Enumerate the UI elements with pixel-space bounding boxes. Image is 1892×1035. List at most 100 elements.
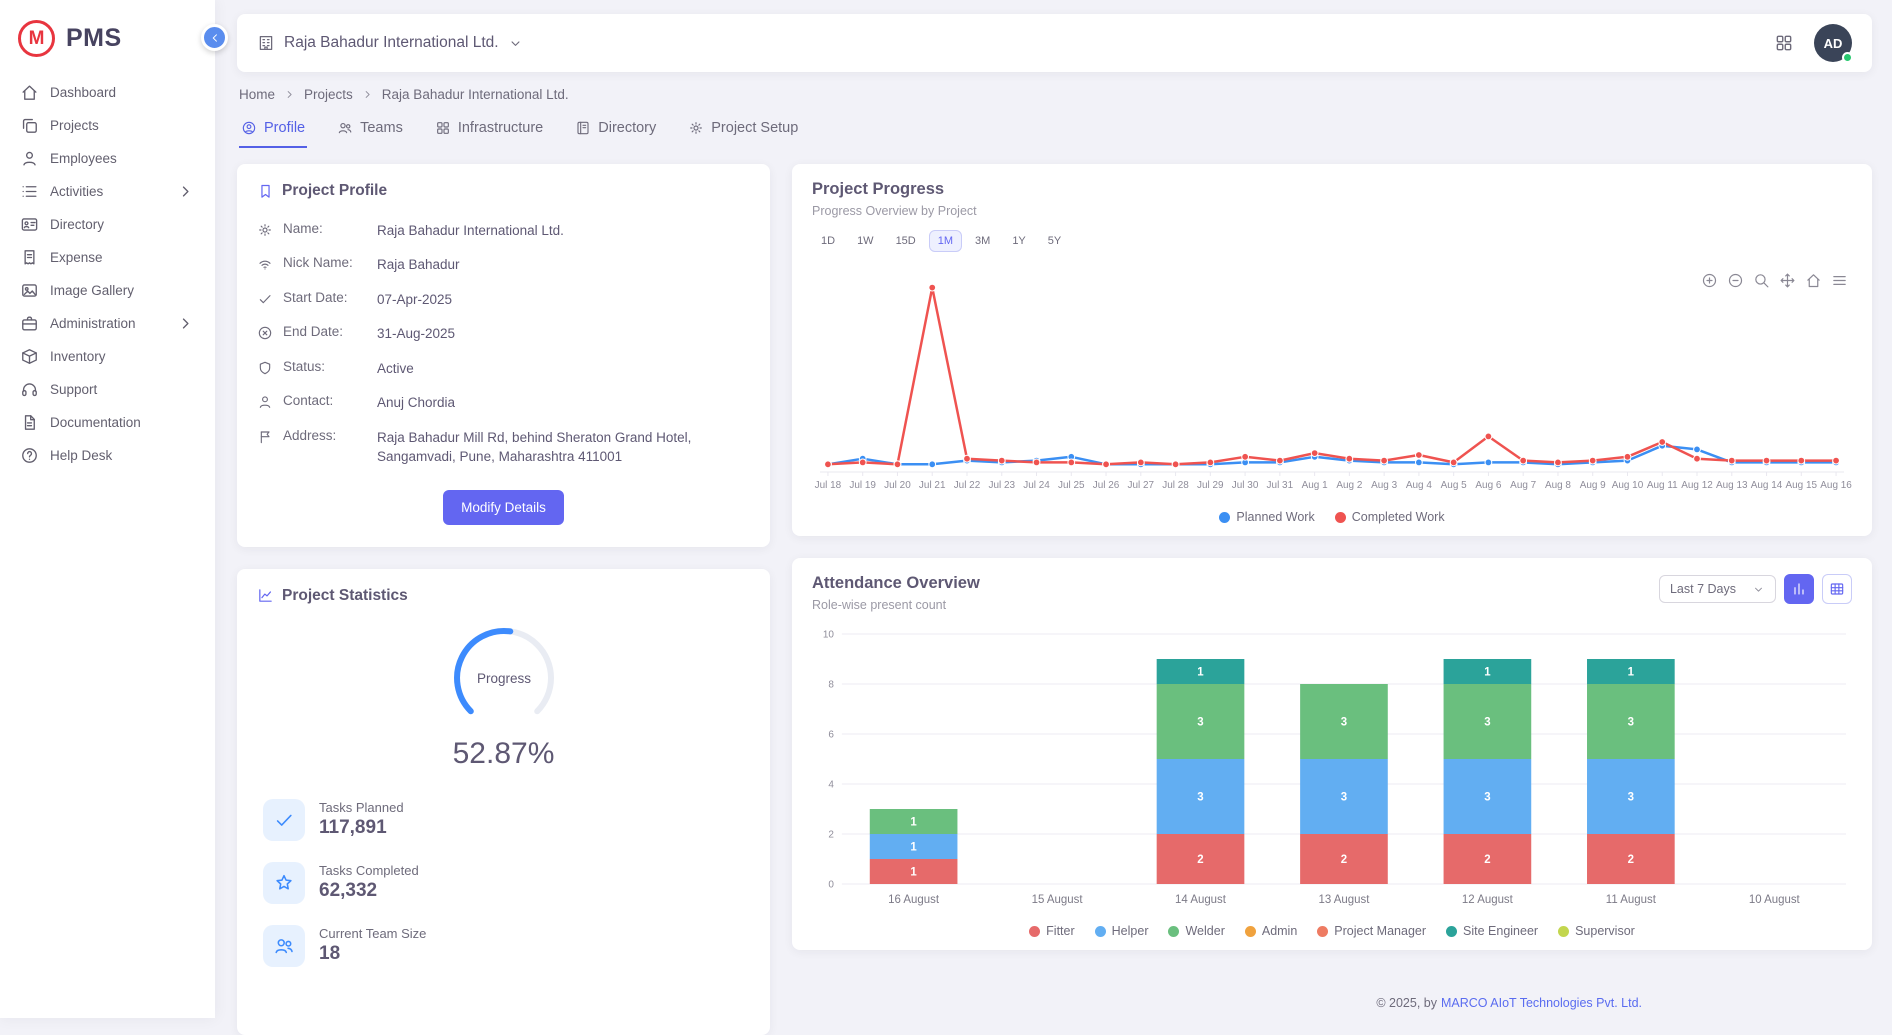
- card-title: Project Profile: [282, 182, 387, 200]
- range-button-1m[interactable]: 1M: [929, 230, 962, 252]
- footer-company-link[interactable]: MARCO AIoT Technologies Pvt. Ltd.: [1441, 996, 1642, 1010]
- tab-bar: Profile Teams Infrastructure Directory P…: [239, 114, 1870, 148]
- company-selector[interactable]: Raja Bahadur International Ltd.: [257, 34, 523, 52]
- legend-item[interactable]: Admin: [1245, 924, 1297, 938]
- legend-item[interactable]: Project Manager: [1317, 924, 1426, 938]
- chart-menu-icon[interactable]: [1831, 272, 1848, 289]
- chart-line-icon: [257, 587, 274, 604]
- right-column: Project Progress Progress Overview by Pr…: [792, 164, 1872, 950]
- sidebar-item-support[interactable]: Support: [10, 373, 205, 405]
- legend-label: Project Manager: [1334, 924, 1426, 938]
- svg-text:8: 8: [828, 679, 834, 690]
- apps-icon[interactable]: [1774, 33, 1794, 53]
- button-row: Modify Details: [257, 490, 750, 525]
- range-button-3m[interactable]: 3M: [966, 230, 999, 252]
- profile-field-contact: Contact: Anuj Chordia: [257, 386, 750, 421]
- sidebar-item-label: Image Gallery: [50, 283, 134, 298]
- bar-chart-icon: [1791, 581, 1807, 597]
- teams-tab-icon: [337, 120, 353, 136]
- sidebar-collapse-button[interactable]: [201, 24, 228, 51]
- sidebar-item-help-desk[interactable]: Help Desk: [10, 439, 205, 471]
- range-select[interactable]: Last 7 Days: [1659, 575, 1776, 603]
- modify-details-button[interactable]: Modify Details: [443, 490, 564, 525]
- legend-dot: [1219, 512, 1230, 523]
- sidebar-item-image-gallery[interactable]: Image Gallery: [10, 274, 205, 306]
- sidebar-item-employees[interactable]: Employees: [10, 142, 205, 174]
- svg-text:Jul 24: Jul 24: [1023, 480, 1050, 491]
- tab-project-setup[interactable]: Project Setup: [686, 114, 800, 148]
- range-button-1w[interactable]: 1W: [848, 230, 883, 252]
- logo[interactable]: M PMS: [0, 0, 215, 71]
- legend-item[interactable]: Fitter: [1029, 924, 1074, 938]
- tab-label: Directory: [598, 120, 656, 136]
- svg-text:Jul 26: Jul 26: [1093, 480, 1120, 491]
- svg-text:Jul 27: Jul 27: [1128, 480, 1155, 491]
- directory-icon: [20, 215, 39, 234]
- range-button-1y[interactable]: 1Y: [1003, 230, 1034, 252]
- line-chart-wrap: Jul 18Jul 19Jul 20Jul 21Jul 22Jul 23Jul …: [812, 270, 1852, 506]
- legend-item[interactable]: Welder: [1168, 924, 1224, 938]
- tasks-completed-icon-box: [263, 862, 305, 904]
- zoom-out-icon[interactable]: [1727, 272, 1744, 289]
- attendance-bar-chart[interactable]: 024681016 August11115 August14 August233…: [812, 622, 1852, 920]
- tab-profile[interactable]: Profile: [239, 114, 307, 148]
- sidebar-item-activities[interactable]: Activities: [10, 175, 205, 207]
- legend-item[interactable]: Completed Work: [1335, 510, 1445, 524]
- avatar-initials: AD: [1824, 36, 1843, 51]
- profile-field-nick-name: Nick Name: Raja Bahadur: [257, 248, 750, 283]
- sidebar-item-expense[interactable]: Expense: [10, 241, 205, 273]
- field-label: Address:: [283, 428, 367, 443]
- field-label: End Date:: [283, 324, 367, 339]
- legend-item[interactable]: Supervisor: [1558, 924, 1635, 938]
- project-profile-card: Project Profile Name: Raja Bahadur Inter…: [237, 164, 770, 547]
- svg-text:2: 2: [828, 829, 834, 840]
- employees-icon: [20, 149, 39, 168]
- field-value: Active: [377, 359, 414, 379]
- dashboard-icon: [20, 83, 39, 102]
- app-root: M PMS Dashboard Projects Employees Activ…: [0, 0, 1892, 1018]
- chart-toolbar: [1701, 272, 1848, 289]
- range-button-15d[interactable]: 15D: [887, 230, 925, 252]
- sidebar-item-dashboard[interactable]: Dashboard: [10, 76, 205, 108]
- breadcrumb-home[interactable]: Home: [239, 87, 275, 102]
- zoom-in-icon[interactable]: [1701, 272, 1718, 289]
- tab-directory[interactable]: Directory: [573, 114, 658, 148]
- tab-infrastructure[interactable]: Infrastructure: [433, 114, 545, 148]
- progress-chart-legend: Planned Work Completed Work: [812, 510, 1852, 524]
- stat-label: Tasks Completed: [319, 863, 419, 878]
- sidebar-item-administration[interactable]: Administration: [10, 307, 205, 339]
- building-icon: [257, 34, 275, 52]
- range-button-1d[interactable]: 1D: [812, 230, 844, 252]
- selection-zoom-icon[interactable]: [1753, 272, 1770, 289]
- sidebar-item-label: Expense: [50, 250, 103, 265]
- legend-item[interactable]: Site Engineer: [1446, 924, 1538, 938]
- sidebar-item-directory[interactable]: Directory: [10, 208, 205, 240]
- breadcrumb-projects[interactable]: Projects: [304, 87, 353, 102]
- legend-item[interactable]: Helper: [1095, 924, 1149, 938]
- user-avatar[interactable]: AD: [1814, 24, 1852, 62]
- left-column: Project Profile Name: Raja Bahadur Inter…: [237, 164, 770, 1035]
- breadcrumb: Home Projects Raja Bahadur International…: [239, 87, 1870, 102]
- svg-text:14 August: 14 August: [1175, 894, 1227, 906]
- check-icon: [257, 291, 273, 307]
- legend-item[interactable]: Planned Work: [1219, 510, 1314, 524]
- footer: © 2025, by MARCO AIoT Technologies Pvt. …: [237, 986, 1872, 1018]
- attendance-chart-legend: Fitter Helper Welder Admin Project Manager Si…: [812, 924, 1852, 938]
- directory-tab-icon: [575, 120, 591, 136]
- tab-label: Profile: [264, 120, 305, 136]
- project-statistics-card: Project Statistics Progress 52.87% Tasks: [237, 569, 770, 1035]
- stat-value: 62,332: [319, 880, 419, 902]
- svg-text:2: 2: [1197, 854, 1203, 866]
- pan-icon[interactable]: [1779, 272, 1796, 289]
- tab-teams[interactable]: Teams: [335, 114, 405, 148]
- logo-text: PMS: [66, 24, 122, 53]
- chart-view-button[interactable]: [1784, 574, 1814, 604]
- range-button-5y[interactable]: 5Y: [1039, 230, 1070, 252]
- sidebar-item-projects[interactable]: Projects: [10, 109, 205, 141]
- users-icon: [273, 935, 295, 957]
- sidebar-item-documentation[interactable]: Documentation: [10, 406, 205, 438]
- reset-zoom-icon[interactable]: [1805, 272, 1822, 289]
- sidebar-item-inventory[interactable]: Inventory: [10, 340, 205, 372]
- progress-line-chart[interactable]: Jul 18Jul 19Jul 20Jul 21Jul 22Jul 23Jul …: [812, 270, 1852, 506]
- table-view-button[interactable]: [1822, 574, 1852, 604]
